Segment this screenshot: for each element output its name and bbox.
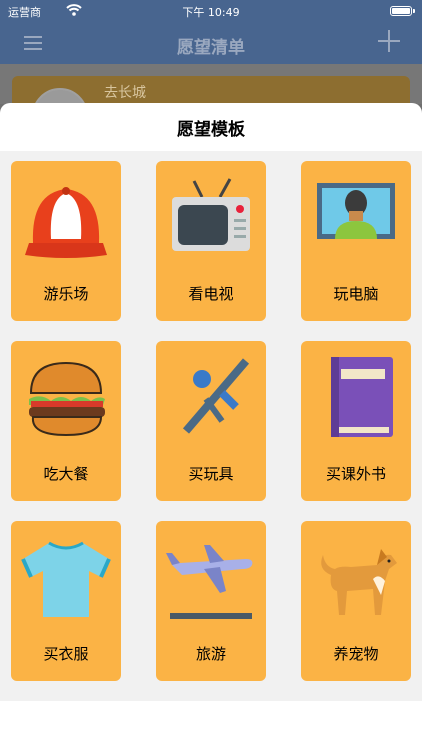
template-sheet: 愿望模板 游乐场 看电视 玩电脑 吃大餐 买玩具 买课外书 买衣服 旅游 养宠物 (0, 103, 422, 750)
template-label: 买课外书 (325, 465, 386, 483)
template-label: 玩电脑 (333, 285, 379, 303)
status-time: 下午 10:49 (182, 6, 240, 19)
computer-icon (317, 183, 395, 239)
template-keep-pet[interactable]: 养宠物 (301, 521, 411, 681)
airplane-icon (166, 545, 253, 619)
burger-icon (29, 361, 105, 437)
template-label: 买衣服 (43, 645, 89, 663)
status-bar: 运营商 下午 10:49 (0, 0, 422, 22)
dog-icon (321, 549, 397, 615)
cap-icon (25, 187, 107, 258)
template-grid: 游乐场 看电视 玩电脑 吃大餐 买玩具 买课外书 买衣服 旅游 养宠物 (0, 151, 422, 701)
template-buy-toys[interactable]: 买玩具 (156, 341, 266, 501)
book-icon (331, 357, 393, 437)
template-label: 看电视 (188, 285, 234, 303)
add-icon[interactable] (378, 30, 400, 52)
template-travel[interactable]: 旅游 (156, 521, 266, 681)
wish-name: 去长城 (104, 85, 146, 101)
tv-icon (172, 178, 250, 251)
nav-bar: 愿望清单 (0, 22, 422, 64)
sheet-title: 愿望模板 (177, 120, 245, 140)
toy-gun-icon (182, 358, 250, 434)
battery-icon (390, 6, 415, 16)
template-amusement-park[interactable]: 游乐场 (11, 161, 121, 321)
template-play-computer[interactable]: 玩电脑 (301, 161, 411, 321)
template-label: 旅游 (195, 645, 226, 663)
template-label: 养宠物 (333, 645, 379, 663)
template-watch-tv[interactable]: 看电视 (156, 161, 266, 321)
tshirt-icon (21, 541, 111, 617)
template-label: 吃大餐 (43, 465, 89, 483)
template-label: 游乐场 (43, 285, 89, 303)
page-title: 愿望清单 (177, 38, 245, 58)
template-buy-clothes[interactable]: 买衣服 (11, 521, 121, 681)
template-big-meal[interactable]: 吃大餐 (11, 341, 121, 501)
wish-list: 去长城 (0, 64, 422, 144)
template-label: 买玩具 (188, 465, 234, 483)
template-buy-books[interactable]: 买课外书 (301, 341, 411, 501)
